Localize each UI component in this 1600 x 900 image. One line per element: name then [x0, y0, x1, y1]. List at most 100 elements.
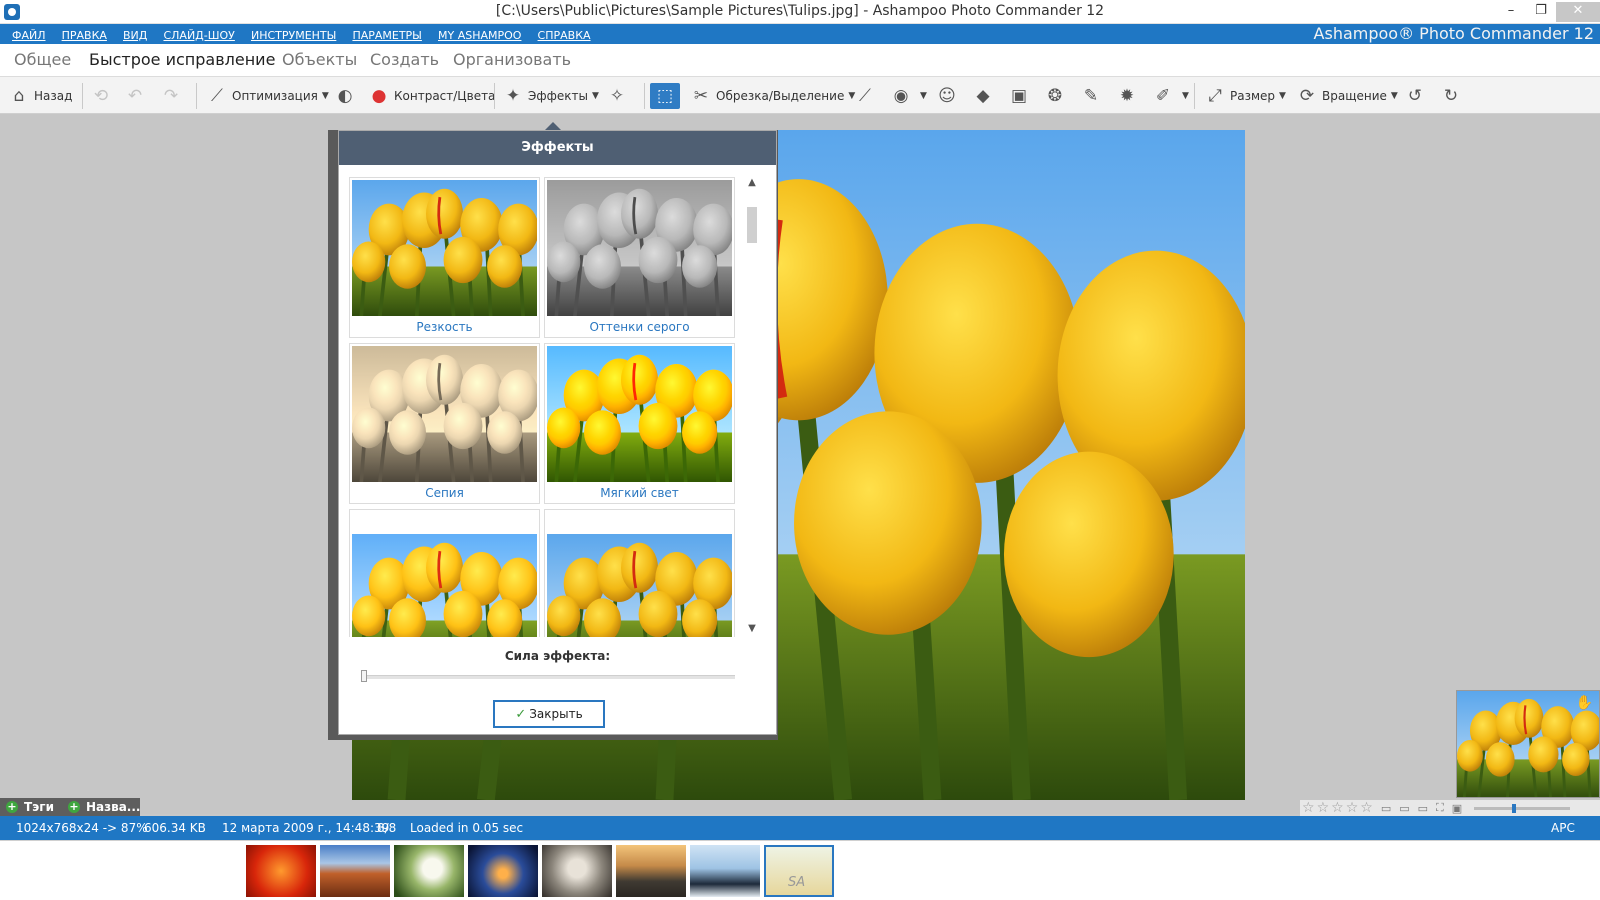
star-icon[interactable]: ☆: [1331, 800, 1344, 816]
rotate-right-button[interactable]: ↻: [1440, 83, 1466, 109]
view-compare-icon[interactable]: ▭: [1399, 802, 1409, 815]
rotate-button[interactable]: ⟳ Вращение ▼: [1296, 83, 1398, 109]
brush-button[interactable]: ✎: [1080, 83, 1106, 109]
film-thumb-jellyfish[interactable]: [468, 845, 538, 897]
menu-bar: ФАЙЛ ПРАВКА ВИД СЛАЙД-ШОУ ИНСТРУМЕНТЫ ПА…: [0, 24, 1600, 44]
optimize-button[interactable]: ⟋ Оптимизация ▼: [206, 83, 329, 109]
minimize-button[interactable]: –: [1496, 2, 1526, 22]
menu-my-ashampoo[interactable]: MY ASHAMPOO: [432, 26, 526, 42]
contrast-colors-button[interactable]: ● Контраст/Цвета: [368, 83, 496, 109]
rating-bar: ☆ ☆ ☆ ☆ ☆ ▭ ▭ ▭ ⛶ ▣: [1300, 800, 1600, 816]
clone-button[interactable]: ☺: [936, 83, 962, 109]
red-eye-button[interactable]: ◉ ▼: [890, 83, 927, 109]
menu-edit[interactable]: ПРАВКА: [56, 26, 112, 42]
undo-button[interactable]: ↶: [124, 83, 150, 109]
image-workspace[interactable]: Эффекты Резкость Оттенки серого Сепия Мя…: [0, 114, 1600, 814]
fullscreen-icon[interactable]: ⛶: [1436, 801, 1444, 815]
close-panel-button[interactable]: ✓ Закрыть: [493, 700, 605, 728]
person-icon: ☺: [938, 86, 956, 106]
effect-soft-light[interactable]: Мягкий свет: [544, 343, 735, 504]
effect-sharpen[interactable]: Резкость: [349, 177, 540, 338]
status-dimensions: 1024x768x24 -> 87%: [16, 821, 148, 835]
effect-strength-slider[interactable]: [361, 670, 735, 682]
menu-options[interactable]: ПАРАМЕТРЫ: [346, 26, 426, 42]
tab-create[interactable]: Создать: [370, 50, 439, 69]
menu-help[interactable]: СПРАВКА: [532, 26, 596, 42]
filmstrip: SA: [0, 840, 1600, 900]
rotate-left-icon: ↺: [1407, 86, 1423, 106]
close-window-button[interactable]: ✕: [1556, 2, 1600, 22]
hand-icon[interactable]: ✋: [1576, 695, 1593, 711]
brush-icon: ✎: [1083, 86, 1099, 106]
effect-caption: Мягкий свет: [600, 486, 679, 500]
scroll-up-icon[interactable]: ▲: [745, 177, 759, 191]
name-label: Назва...: [85, 800, 141, 814]
view-split-icon[interactable]: ▭: [1418, 802, 1428, 815]
film-thumb-desert[interactable]: [320, 845, 390, 897]
eraser-button[interactable]: ◆: [972, 83, 998, 109]
star-icon[interactable]: ☆: [1302, 800, 1315, 816]
monitor-icon[interactable]: ▣: [1452, 802, 1462, 815]
tab-objects[interactable]: Объекты: [282, 50, 357, 69]
film-thumb-hydrangeas[interactable]: [394, 845, 464, 897]
back-label: Назад: [34, 89, 73, 103]
effect-sepia[interactable]: Сепия: [349, 343, 540, 504]
effects-grid: Резкость Оттенки серого Сепия Мягкий све…: [349, 177, 739, 637]
menu-slideshow[interactable]: СЛАЙД-ШОУ: [157, 26, 239, 42]
selection-tool-button[interactable]: ⬚: [650, 83, 680, 109]
scroll-thumb[interactable]: [747, 207, 757, 243]
chevron-down-icon: ▼: [1390, 91, 1398, 101]
film-thumb-penguins[interactable]: [690, 845, 760, 897]
effect-5[interactable]: [349, 509, 540, 637]
maximize-button[interactable]: ❐: [1526, 2, 1556, 22]
home-icon: ⌂: [13, 86, 25, 106]
chevron-down-icon: ▼: [321, 91, 329, 101]
redo-icon: ↷: [163, 86, 179, 106]
brightness-button[interactable]: ◐: [334, 83, 360, 109]
slider-knob[interactable]: [361, 670, 367, 682]
scroll-down-icon[interactable]: ▼: [745, 623, 759, 637]
undo-all-button[interactable]: ⟲: [90, 83, 116, 109]
resize-label: Размер: [1230, 89, 1276, 103]
menu-tools[interactable]: ИНСТРУМЕНТЫ: [245, 26, 341, 42]
star-icon[interactable]: ☆: [1360, 800, 1373, 816]
straighten-button[interactable]: ⟋: [854, 83, 880, 109]
back-button[interactable]: ⌂ Назад: [8, 83, 73, 109]
effect-grayscale[interactable]: Оттенки серого: [544, 177, 735, 338]
effects-button[interactable]: ✦ Эффекты ▼: [502, 83, 599, 109]
rotate-left-button[interactable]: ↺: [1404, 83, 1430, 109]
menu-file[interactable]: ФАЙЛ: [6, 26, 51, 42]
film-thumb-chrysanthemum[interactable]: [246, 845, 316, 897]
zoom-knob[interactable]: [1512, 803, 1517, 813]
brand-label: Ashampoo® Photo Commander 12: [1313, 24, 1594, 43]
tab-quick-fix[interactable]: Быстрое исправление: [89, 50, 275, 69]
line-icon: ⟋: [859, 86, 871, 106]
effects-scrollbar[interactable]: ▲ ▼: [745, 177, 759, 637]
navigator-thumbnail[interactable]: ✋: [1456, 690, 1600, 798]
separator: [1194, 83, 1195, 109]
film-thumb-koala[interactable]: [542, 845, 612, 897]
film-thumb-lighthouse[interactable]: [616, 845, 686, 897]
effects-brush-button[interactable]: ✧: [606, 83, 632, 109]
pipette-button[interactable]: ✐ ▼: [1152, 83, 1189, 109]
crop-button[interactable]: ✂ Обрезка/Выделение ▼: [690, 83, 855, 109]
menu-view[interactable]: ВИД: [117, 26, 152, 42]
redo-button[interactable]: ↷: [160, 83, 186, 109]
noise-button[interactable]: ❂: [1044, 83, 1070, 109]
effect-6[interactable]: [544, 509, 735, 637]
add-tags-button[interactable]: + Тэги: [6, 800, 54, 814]
resize-button[interactable]: ⤢ Размер ▼: [1204, 83, 1286, 109]
star-icon[interactable]: ☆: [1346, 800, 1359, 816]
separator: [196, 83, 197, 109]
add-name-button[interactable]: + Назва...: [67, 800, 141, 814]
tab-general[interactable]: Общее: [14, 50, 71, 69]
undo-icon: ↶: [127, 86, 143, 106]
status-index: 8/8: [377, 821, 397, 835]
gear-effect-button[interactable]: ✹: [1116, 83, 1142, 109]
zoom-slider[interactable]: [1474, 803, 1571, 813]
view-image-icon[interactable]: ▭: [1381, 802, 1391, 815]
star-icon[interactable]: ☆: [1317, 800, 1330, 816]
film-thumb-tulips[interactable]: SA: [764, 845, 834, 897]
frame-button[interactable]: ▣: [1008, 83, 1034, 109]
tab-organize[interactable]: Организовать: [453, 50, 571, 69]
